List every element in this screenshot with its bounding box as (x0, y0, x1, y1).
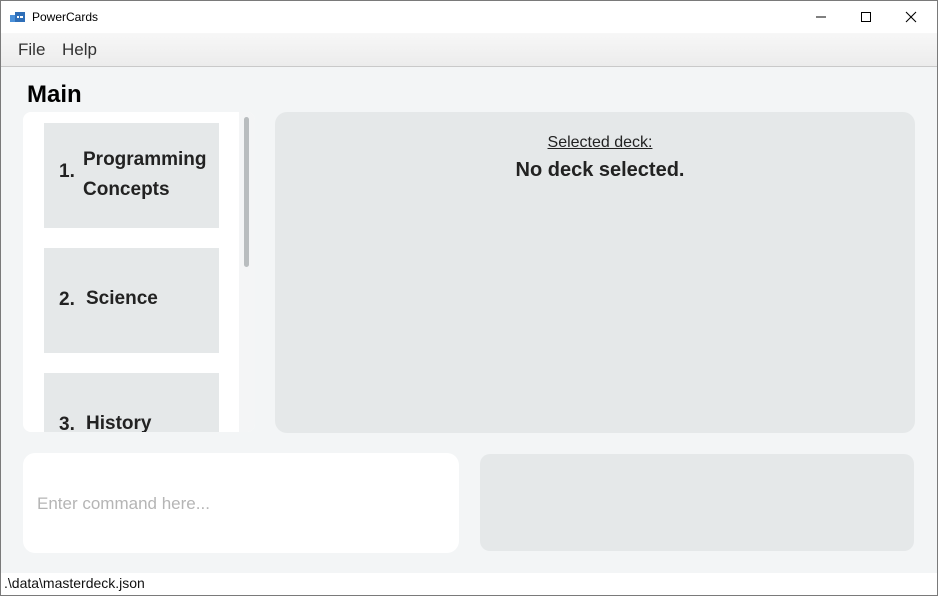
app-icon (10, 12, 25, 22)
command-box[interactable] (23, 453, 459, 553)
scrollbar-thumb[interactable] (244, 117, 249, 267)
data-file-path: .\data\masterdeck.json (4, 575, 145, 591)
deck-name: Science (86, 288, 158, 309)
selected-deck-label: Selected deck: (547, 134, 653, 151)
minimize-button[interactable] (799, 1, 844, 33)
selected-deck-value: No deck selected. (515, 159, 685, 181)
deck-name: Programming Concepts (83, 149, 207, 200)
deck-list-item[interactable]: 2. Science (44, 248, 219, 353)
selected-deck-panel: Selected deck: No deck selected. (275, 112, 915, 433)
maximize-icon (861, 12, 871, 22)
close-button[interactable] (889, 1, 934, 33)
deck-list-item[interactable]: 1. Programming Concepts (44, 123, 219, 228)
title-bar[interactable]: PowerCards (1, 1, 937, 33)
result-display (480, 454, 914, 551)
deck-index: 2. (59, 289, 75, 310)
menu-help[interactable]: Help (62, 40, 97, 60)
deck-index: 1. (59, 161, 75, 182)
menu-bar: File Help (1, 33, 937, 67)
menu-file[interactable]: File (18, 40, 45, 60)
deck-name: History (86, 413, 152, 432)
minimize-icon (816, 16, 826, 18)
command-input[interactable] (35, 489, 449, 519)
app-window: PowerCards File Help Main 1. Programming… (0, 0, 938, 596)
window-title: PowerCards (32, 10, 99, 24)
close-icon (905, 11, 917, 23)
page-title: Main (27, 81, 82, 108)
deck-list[interactable]: 1. Programming Concepts 2. Science 3. Hi… (23, 112, 255, 432)
deck-list-scrollbar[interactable] (239, 112, 255, 432)
maximize-button[interactable] (844, 1, 889, 33)
status-bar: .\data\masterdeck.json (1, 573, 937, 595)
deck-index: 3. (59, 414, 75, 432)
deck-list-item[interactable]: 3. History (44, 373, 219, 432)
